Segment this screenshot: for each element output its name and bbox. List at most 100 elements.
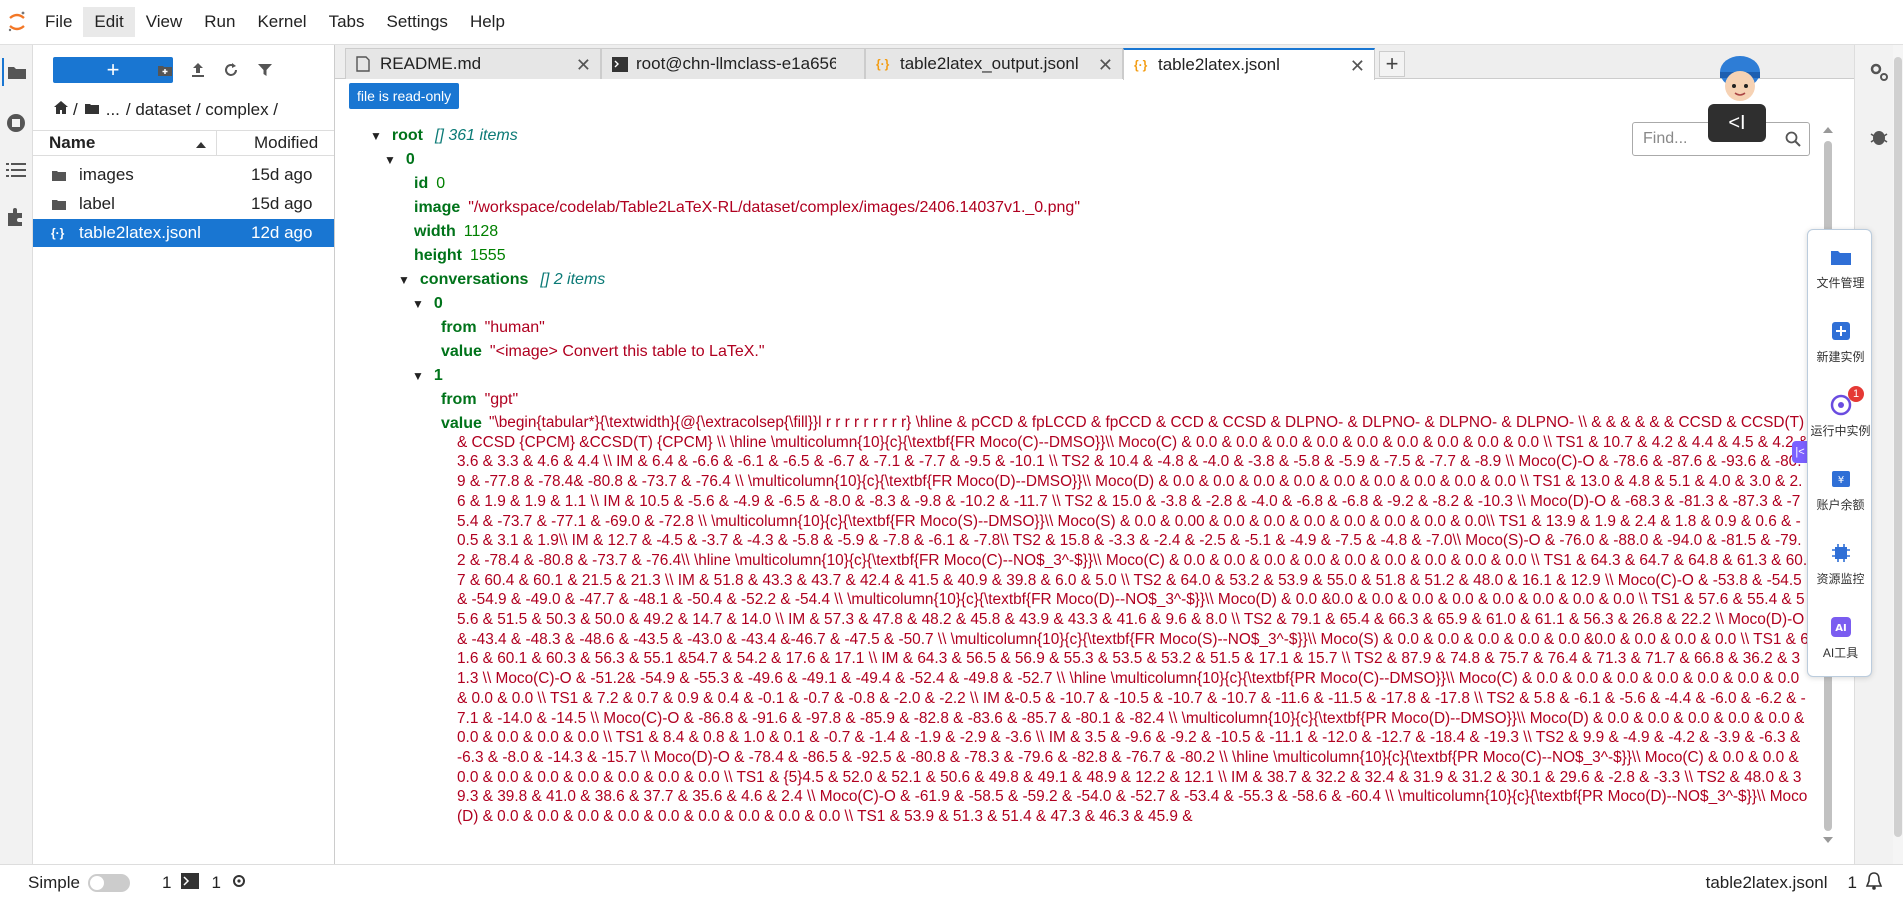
breadcrumb-root[interactable]: / <box>73 100 78 120</box>
menu-view[interactable]: View <box>135 7 194 37</box>
left-activity-bar <box>0 45 33 864</box>
tree-key: root <box>391 127 423 144</box>
tree-conv-0[interactable]: ▼ 0 <box>412 292 443 316</box>
close-icon[interactable]: ✕ <box>576 55 591 76</box>
menu-help[interactable]: Help <box>459 7 516 37</box>
long-value-container: "\begin{tabular*}{\textwidth}{@{\extraco… <box>457 413 1809 863</box>
find-placeholder: Find... <box>1643 130 1688 147</box>
tree-item-0[interactable]: ▼ 0 <box>384 148 415 172</box>
scroll-up-icon[interactable] <box>1822 125 1834 135</box>
file-manager-button[interactable]: 文件管理 <box>1808 244 1873 291</box>
status-bar: Simple 1 1 table2latex.jsonl 1 <box>0 864 1903 901</box>
tree-conv-1[interactable]: ▼ 1 <box>412 364 443 388</box>
breadcrumb: / ... / dataset / complex / <box>53 98 278 122</box>
caret-down-icon[interactable]: ▼ <box>412 369 424 383</box>
menu-edit[interactable]: Edit <box>83 7 135 37</box>
add-tab-button[interactable]: + <box>1379 51 1405 77</box>
resource-monitor-button[interactable]: 资源监控 <box>1808 540 1873 587</box>
upload-icon[interactable] <box>187 59 209 81</box>
terminal-count[interactable]: 1 <box>211 873 220 893</box>
home-icon[interactable] <box>53 100 69 120</box>
simple-mode-label: Simple <box>28 873 80 892</box>
collapse-assistant-button[interactable]: <I <box>1708 104 1766 142</box>
tree-field-id: id 0 <box>414 172 445 196</box>
tab-readme[interactable]: README.md ✕ <box>345 48 601 79</box>
menu-tabs[interactable]: Tabs <box>318 7 376 37</box>
tree-conversations[interactable]: ▼ conversations [] 2 items <box>398 268 605 292</box>
caret-down-icon[interactable]: ▼ <box>398 273 410 287</box>
bell-icon[interactable] <box>1865 871 1883 896</box>
filter-icon[interactable] <box>254 59 276 81</box>
tree-field-width: width 1128 <box>414 220 498 244</box>
menu-bar: File Edit View Run Kernel Tabs Settings … <box>0 0 1903 45</box>
file-name: table2latex.jsonl <box>79 223 201 242</box>
panel-item-label: 新建实例 <box>1816 350 1865 364</box>
refresh-icon[interactable] <box>220 59 242 81</box>
extension-puzzle-icon[interactable] <box>2 203 30 231</box>
caret-down-icon[interactable]: ▼ <box>384 153 396 167</box>
file-modified: 15d ago <box>251 194 313 213</box>
chip-monitor-icon <box>1828 540 1854 566</box>
folder-icon <box>51 198 73 211</box>
menu-settings[interactable]: Settings <box>376 7 459 37</box>
new-instance-button[interactable]: 新建实例 <box>1808 318 1873 365</box>
panel-handle-icon[interactable]: |< <box>1792 441 1808 463</box>
menu-file[interactable]: File <box>34 7 83 37</box>
tree-key: width <box>414 223 456 240</box>
name-column-header[interactable]: Name <box>33 131 217 155</box>
tree-key: value <box>441 343 482 360</box>
file-row-images[interactable]: images 15d ago <box>33 161 334 189</box>
tab-label: table2latex.jsonl <box>1158 55 1280 74</box>
jupyter-logo-icon <box>0 0 34 45</box>
tree-key: id <box>414 175 429 192</box>
ai-tools-button[interactable]: AI AI工具 <box>1808 614 1873 661</box>
search-icon[interactable] <box>1785 131 1801 152</box>
kernel-count[interactable]: 1 <box>162 873 171 893</box>
menu-kernel[interactable]: Kernel <box>246 7 317 37</box>
svg-text:AI: AI <box>1835 623 1846 634</box>
file-name: label <box>79 194 115 213</box>
tree-value: 0 <box>436 175 446 192</box>
terminal-status-icon[interactable] <box>181 872 200 894</box>
kernel-activity-icon[interactable] <box>231 873 247 894</box>
json-file-icon: {·} <box>51 226 65 240</box>
tree-key: 1 <box>433 367 443 384</box>
tree-root[interactable]: ▼ root [] 361 items <box>370 124 518 148</box>
markdown-icon <box>356 56 374 72</box>
right-rail-scrollbar[interactable] <box>1893 45 1903 864</box>
breadcrumb-path[interactable]: / dataset / complex / <box>126 100 278 120</box>
folder-icon <box>51 169 73 182</box>
caret-down-icon[interactable]: ▼ <box>370 129 382 143</box>
property-inspector-gear-icon[interactable] <box>1865 58 1893 86</box>
folder-icon[interactable] <box>2 58 30 86</box>
new-folder-icon[interactable] <box>154 59 176 81</box>
close-icon[interactable]: ✕ <box>1098 55 1113 76</box>
tab-terminal[interactable]: root@chn-llmclass-e1a656 <box>601 48 865 79</box>
json-file-icon: {·} <box>1134 58 1148 72</box>
debugger-bug-icon[interactable] <box>1865 123 1893 151</box>
close-icon[interactable]: ✕ <box>1350 56 1365 77</box>
breadcrumb-ellipsis[interactable]: ... <box>106 100 120 120</box>
panel-item-label: 资源监控 <box>1816 572 1865 586</box>
wallet-yen-icon: ¥ <box>1828 466 1854 492</box>
running-kernels-icon[interactable] <box>2 109 30 137</box>
json-file-icon: {·} <box>876 57 890 71</box>
tree-meta: [] 361 items <box>435 127 518 144</box>
notification-count[interactable]: 1 <box>1848 873 1857 893</box>
tab-table2latex-jsonl[interactable]: {·} table2latex.jsonl ✕ <box>1123 48 1375 80</box>
simple-mode-toggle[interactable] <box>87 874 130 892</box>
file-row-table2latex[interactable]: {·} table2latex.jsonl 12d ago <box>33 219 334 247</box>
right-rail-scrollbar-thumb[interactable] <box>1894 57 1902 837</box>
running-instances-button[interactable]: 1 运行中实例 <box>1808 386 1873 439</box>
account-balance-button[interactable]: ¥ 账户余额 <box>1808 466 1873 513</box>
tree-field-from: from "human" <box>441 316 545 340</box>
scroll-down-icon[interactable] <box>1822 835 1834 845</box>
file-list-header: Name Modified <box>33 130 334 156</box>
file-row-label[interactable]: label 15d ago <box>33 190 334 218</box>
tab-output-jsonl[interactable]: {·} table2latex_output.jsonl ✕ <box>865 48 1123 79</box>
menu-run[interactable]: Run <box>193 7 246 37</box>
modified-column-header[interactable]: Modified <box>217 133 318 153</box>
table-of-contents-icon[interactable] <box>2 156 30 184</box>
caret-down-icon[interactable]: ▼ <box>412 297 424 311</box>
tree-value: "/workspace/codelab/Table2LaTeX-RL/datas… <box>468 199 1080 216</box>
